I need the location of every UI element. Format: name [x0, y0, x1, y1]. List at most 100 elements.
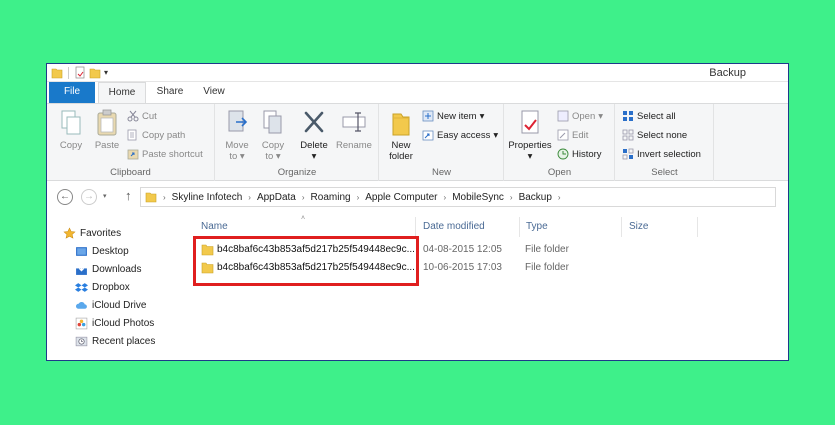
sidebar-item-dropbox[interactable]: Dropbox [75, 280, 130, 295]
tab-home[interactable]: Home [98, 82, 146, 104]
customize-toolbar-dropdown-icon[interactable]: ▾ [104, 68, 108, 77]
icloud-photos-label: iCloud Photos [92, 318, 155, 329]
dropdown-arrow-icon: ▾ [479, 110, 485, 122]
properties-icon [521, 110, 539, 134]
cut-label: Cut [142, 110, 157, 122]
delete-button[interactable]: Delete ▾ [296, 108, 332, 162]
edit-icon [557, 129, 569, 141]
properties-button[interactable]: Properties ▾ [507, 108, 553, 162]
properties-icon[interactable] [74, 66, 86, 79]
column-divider[interactable] [415, 217, 416, 237]
cut-button[interactable]: Cut [127, 110, 157, 122]
invert-selection-label: Invert selection [637, 148, 701, 160]
copy-button[interactable]: Copy [55, 108, 87, 151]
paste-shortcut-button[interactable]: Paste shortcut [127, 148, 203, 160]
recent-locations-dropdown-icon[interactable]: ▾ [103, 192, 107, 200]
icloud-icon [75, 301, 87, 309]
new-item-button[interactable]: New item ▾ [422, 110, 484, 122]
desktop-icon [76, 247, 87, 256]
new-group-label: New [431, 167, 451, 178]
quick-access-toolbar: ▾ [51, 66, 108, 79]
organize-group: Move to ▾ Copy to ▾ Delete ▾ Rename Orga… [216, 104, 379, 181]
back-arrow-icon: ← [60, 191, 70, 202]
scissors-icon [127, 110, 139, 122]
move-to-button[interactable]: Move to ▾ [220, 108, 254, 162]
downloads-icon [76, 264, 87, 275]
rename-label: Rename [336, 140, 372, 151]
icloud-drive-label: iCloud Drive [92, 300, 147, 311]
paste-button[interactable]: Paste [91, 108, 123, 151]
invert-selection-button[interactable]: Invert selection [622, 148, 701, 160]
rename-button[interactable]: Rename [334, 108, 374, 151]
star-icon [63, 227, 76, 239]
move-to-label-1: Move [225, 140, 249, 151]
copy-to-label-1: Copy [261, 140, 285, 151]
column-header-type[interactable]: Type [526, 221, 548, 232]
breadcrumb-mobilesync[interactable]: MobileSync [452, 192, 504, 203]
dropbox-icon [75, 283, 88, 292]
breadcrumb-separator-icon[interactable]: › [510, 193, 513, 202]
new-folder-icon[interactable] [89, 66, 101, 79]
invert-selection-icon [622, 148, 634, 160]
downloads-label: Downloads [92, 264, 142, 275]
up-button[interactable]: ↑ [125, 188, 132, 203]
select-all-button[interactable]: Select all [622, 110, 676, 122]
breadcrumb-backup[interactable]: Backup [519, 192, 552, 203]
new-item-label: New item [437, 110, 477, 122]
dropdown-arrow-icon: ▾ [311, 151, 317, 162]
open-button[interactable]: Open ▾ [557, 110, 603, 122]
select-none-button[interactable]: Select none [622, 129, 687, 141]
dropdown-arrow-icon: ▾ [493, 129, 499, 141]
column-divider[interactable] [519, 217, 520, 237]
paste-shortcut-label: Paste shortcut [142, 148, 203, 160]
history-icon [557, 148, 569, 160]
history-button[interactable]: History [557, 148, 602, 160]
breadcrumb-separator-icon[interactable]: › [357, 193, 360, 202]
breadcrumb-skyline-infotech[interactable]: Skyline Infotech [172, 192, 243, 203]
select-none-label: Select none [637, 129, 688, 141]
breadcrumb-apple-computer[interactable]: Apple Computer [365, 192, 437, 203]
breadcrumb-separator-icon[interactable]: › [302, 193, 305, 202]
sidebar-item-favorites[interactable]: Favorites [63, 226, 121, 241]
new-folder-icon [392, 113, 410, 136]
edit-button[interactable]: Edit [557, 129, 588, 141]
easy-access-button[interactable]: Easy access ▾ [422, 129, 498, 141]
sidebar-item-downloads[interactable]: Downloads [75, 262, 141, 277]
select-all-icon [623, 111, 633, 121]
tab-view[interactable]: View [193, 82, 235, 103]
column-header-date-modified[interactable]: Date modified [423, 221, 485, 232]
new-group: New folder New item ▾ Easy access ▾ New [380, 104, 504, 181]
file-date-modified: 10-06-2015 17:03 [423, 262, 502, 273]
open-group: Properties ▾ Open ▾ Edit History Open [505, 104, 615, 181]
column-header-size[interactable]: Size [629, 221, 648, 232]
sidebar-item-desktop[interactable]: Desktop [75, 244, 129, 259]
column-header-name[interactable]: Name [201, 221, 228, 232]
file-type: File folder [525, 262, 569, 273]
new-folder-button[interactable]: New folder [384, 108, 418, 162]
copy-to-label-2: to [265, 151, 274, 162]
dropdown-arrow-icon: ▾ [275, 151, 281, 162]
column-divider[interactable] [621, 217, 622, 237]
sidebar-item-icloud-drive[interactable]: iCloud Drive [75, 298, 146, 313]
back-button[interactable]: ← [57, 189, 73, 205]
forward-button[interactable]: → [81, 189, 97, 205]
new-folder-label-2: folder [389, 151, 413, 162]
delete-label: Delete [300, 140, 328, 151]
sidebar-item-recent-places[interactable]: Recent places [75, 334, 155, 349]
copy-to-button[interactable]: Copy to ▾ [256, 108, 290, 162]
tab-share[interactable]: Share [147, 82, 193, 103]
address-bar[interactable]: › Skyline Infotech › AppData › Roaming ›… [140, 187, 776, 207]
breadcrumb-separator-icon[interactable]: › [248, 193, 251, 202]
tab-file[interactable]: File [49, 82, 95, 103]
properties-label: Properties [508, 140, 552, 151]
copy-path-button[interactable]: Copy path [127, 129, 185, 141]
breadcrumb-roaming[interactable]: Roaming [311, 192, 351, 203]
breadcrumb-separator-icon[interactable]: › [444, 193, 447, 202]
history-label: History [572, 148, 602, 160]
breadcrumb-separator-icon[interactable]: › [558, 193, 561, 202]
sidebar-item-icloud-photos[interactable]: iCloud Photos [75, 316, 154, 331]
select-group-label: Select [651, 167, 678, 178]
column-divider[interactable] [697, 217, 698, 237]
photos-icon [75, 317, 88, 330]
breadcrumb-appdata[interactable]: AppData [257, 192, 296, 203]
